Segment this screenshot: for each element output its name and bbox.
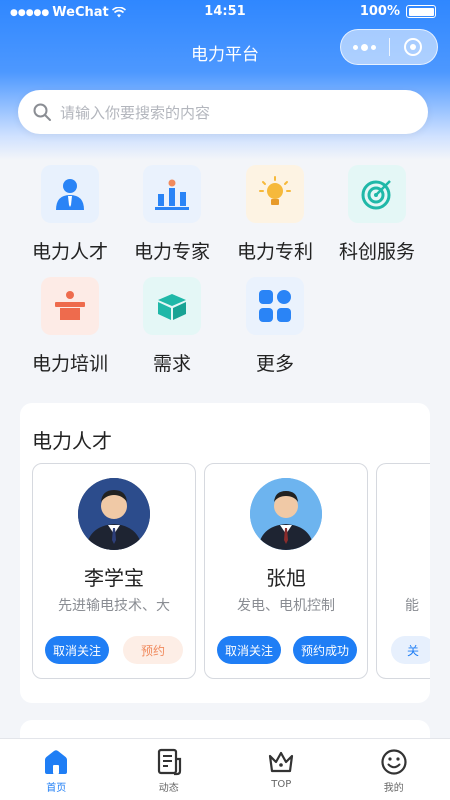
innovation-service-icon [348, 165, 406, 223]
book-button[interactable]: 预约 [123, 636, 183, 664]
expert-icon [143, 165, 201, 223]
grid-item-innovation-service[interactable]: 科创服务 [325, 165, 429, 264]
tab-news[interactable]: 动态 [113, 739, 226, 800]
section-title: 电力人才 [32, 429, 112, 453]
talent-field: 先进输电技术、大 [58, 598, 170, 614]
battery-percent: 100% [359, 4, 400, 19]
talent-card[interactable]: 李学宝 先进输电技术、大 取消关注 预约 [32, 463, 196, 679]
follow-button[interactable]: 关 [391, 636, 430, 664]
booked-button[interactable]: 预约成功 [293, 636, 358, 664]
talent-field: 发电、电机控制 [237, 598, 335, 614]
tab-label-news: 动态 [158, 783, 179, 794]
grid-label-training: 电力培训 [31, 353, 108, 375]
search-placeholder: 请输入你要搜索的内容 [60, 103, 211, 122]
grid-item-training[interactable]: 电力培训 [18, 277, 122, 376]
avatar [78, 478, 150, 550]
grid-label-innovation-service: 科创服务 [338, 241, 415, 263]
unfollow-button[interactable]: 取消关注 [217, 636, 282, 664]
grid-label-more: 更多 [255, 353, 294, 375]
status-bar: ●●●●● WeChat 14:51 100% [0, 0, 450, 24]
header-background [0, 0, 450, 160]
training-icon [41, 277, 99, 335]
grid-item-more[interactable]: 更多 [223, 277, 327, 376]
profile-icon [381, 749, 407, 775]
tab-home[interactable]: 首页 [0, 739, 113, 800]
battery-icon [406, 5, 436, 18]
close-circle-icon [404, 38, 423, 56]
miniprogram-capsule [340, 29, 438, 65]
grid-label-demand: 需求 [152, 353, 191, 375]
grid-item-talent[interactable]: 电力人才 [18, 165, 122, 264]
news-icon [157, 748, 181, 776]
grid-label-talent: 电力人才 [31, 241, 108, 263]
grid-item-demand[interactable]: 需求 [120, 277, 224, 376]
patent-icon [246, 165, 304, 223]
talent-icon [41, 165, 99, 223]
talent-section: 电力人才 李学宝 先进输电技术、大 取消关注 预约 张旭 发电、电机控制 取消关… [20, 403, 430, 703]
grid-label-expert: 电力专家 [133, 241, 210, 263]
crown-icon [269, 751, 294, 773]
tab-label-home: 首页 [46, 783, 67, 794]
grid-item-expert[interactable]: 电力专家 [120, 165, 224, 264]
status-right: 100% [360, 4, 436, 19]
grid-label-patent: 电力专利 [236, 241, 313, 263]
unfollow-button[interactable]: 取消关注 [45, 636, 110, 664]
tab-profile[interactable]: 我的 [338, 739, 450, 800]
search-input[interactable]: 请输入你要搜索的内容 [18, 90, 428, 134]
close-miniprogram-button[interactable] [390, 38, 438, 56]
navbar: 电力平台 [0, 28, 450, 72]
avatar [250, 478, 322, 550]
talent-name: 张旭 [266, 566, 306, 590]
talent-field: 能 [405, 598, 419, 614]
talent-name: 李学宝 [84, 566, 144, 590]
demand-icon [143, 277, 201, 335]
talent-card[interactable]: 能 关 [376, 463, 430, 679]
grid-item-patent[interactable]: 电力专利 [223, 165, 327, 264]
tab-bar: 首页 动态 TOP 我的 [0, 738, 450, 800]
more-options-button[interactable] [341, 43, 389, 51]
search-icon [33, 103, 51, 121]
more-icon [246, 277, 304, 335]
tab-top[interactable]: TOP [225, 739, 338, 800]
tab-label-profile: 我的 [383, 783, 404, 794]
tab-label-top: TOP [271, 779, 292, 790]
talent-card[interactable]: 张旭 发电、电机控制 取消关注 预约成功 [204, 463, 368, 679]
page: ●●●●● WeChat 14:51 100% 电力平台 请输入你要搜索的内容 … [0, 0, 450, 800]
home-icon [45, 750, 68, 774]
